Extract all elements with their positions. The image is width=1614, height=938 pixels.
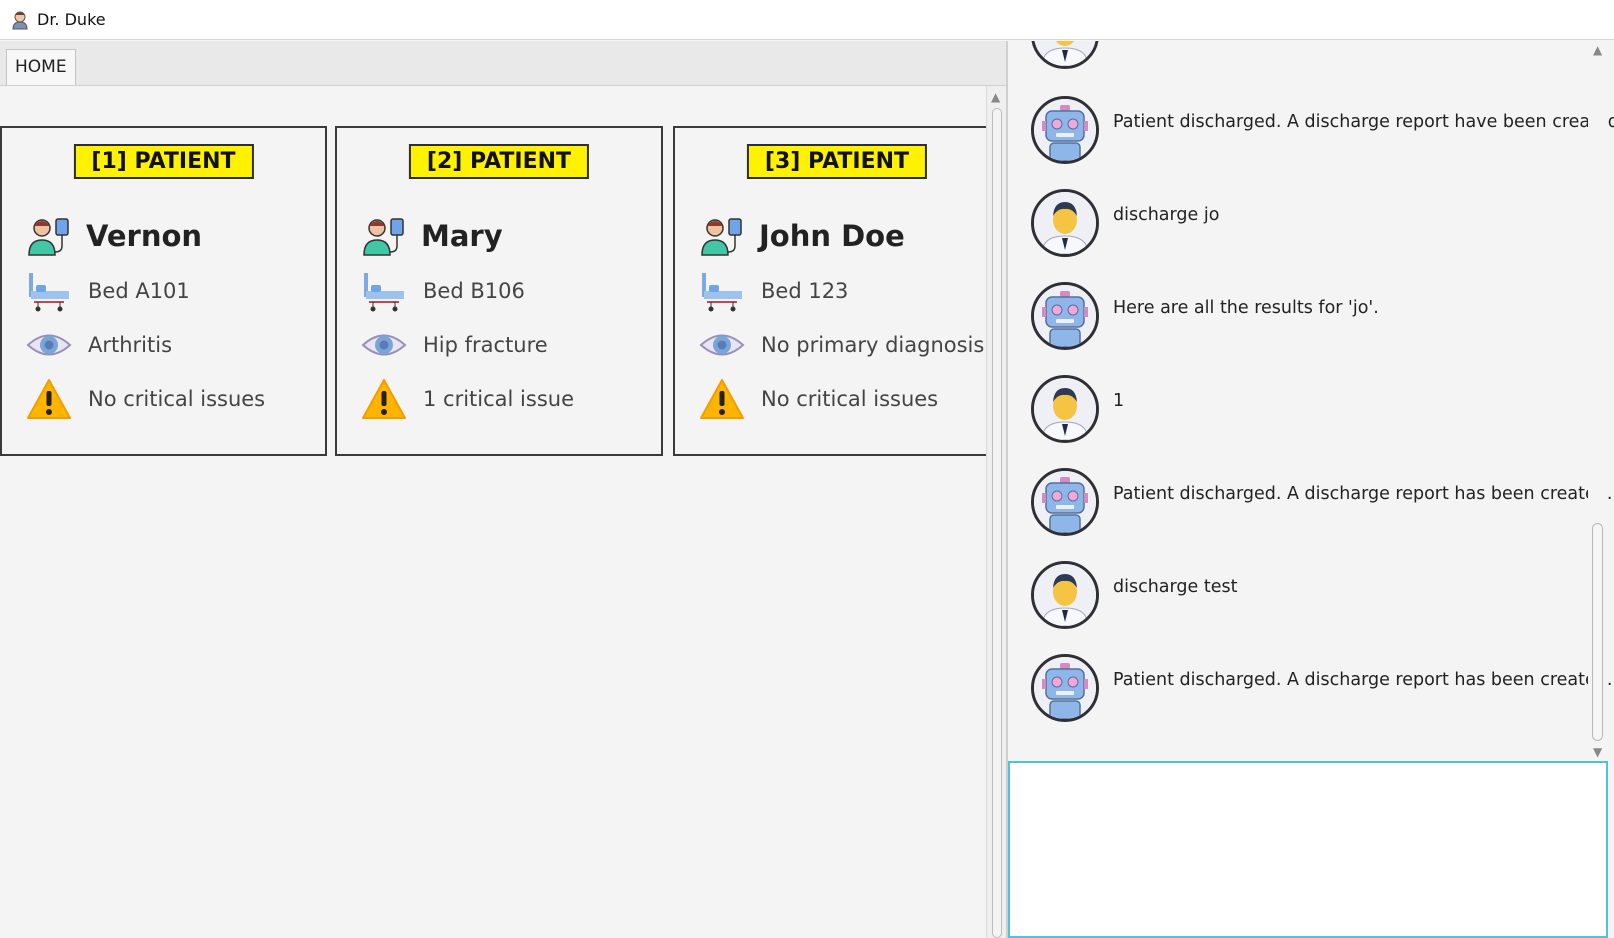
command-input-box[interactable] xyxy=(1008,761,1608,938)
eye-icon xyxy=(361,322,407,368)
hospital-bed-icon xyxy=(361,268,407,314)
chat-message-text: Patient discharged. A discharge report h… xyxy=(1113,484,1613,504)
chat-message-text: Here are all the results for 'jo'. xyxy=(1113,298,1379,318)
window-title: Dr. Duke xyxy=(37,10,106,29)
scroll-up-arrow-icon[interactable]: ▲ xyxy=(1593,43,1602,57)
robot-avatar-icon xyxy=(1031,468,1099,536)
chat-message-bot: Patient discharged. A discharge report h… xyxy=(1031,96,1614,164)
patient-critical-status: No critical issues xyxy=(761,387,939,411)
chat-message-text: 1 xyxy=(1113,391,1125,411)
window-titlebar: Dr. Duke xyxy=(0,0,1614,40)
warning-icon xyxy=(26,376,72,422)
scrollbar-thumb[interactable] xyxy=(1592,523,1603,741)
hospital-bed-icon xyxy=(699,268,745,314)
chat-message-bot: Patient discharged. A discharge report h… xyxy=(1031,468,1612,536)
eye-icon xyxy=(26,322,72,368)
patient-diagnosis: Hip fracture xyxy=(423,333,548,357)
patient-card[interactable]: [2] PATIENT Mary Bed B106 Hip fracture 1… xyxy=(335,126,663,456)
patient-name: John Doe xyxy=(759,219,905,253)
patient-badge: [2] PATIENT xyxy=(408,144,590,179)
chat-message-user: discharge jo xyxy=(1031,189,1219,257)
chat-message-user-partial xyxy=(1031,41,1099,69)
patient-critical-row: No critical issues xyxy=(699,376,938,422)
patient-pane-scrollbar[interactable]: ▲ xyxy=(986,86,1006,938)
scroll-up-arrow-icon[interactable]: ▲ xyxy=(991,90,1000,104)
patient-badge: [1] PATIENT xyxy=(73,144,254,179)
doctor-avatar-icon xyxy=(1031,41,1099,69)
chat-message-text: discharge test xyxy=(1113,577,1238,597)
patient-badge: [3] PATIENT xyxy=(746,144,928,179)
patient-diagnosis-row: Hip fracture xyxy=(361,322,548,368)
patient-diagnosis: Arthritis xyxy=(88,333,173,357)
chat-message-bot: Here are all the results for 'jo'. xyxy=(1031,282,1379,350)
patient-critical-status: No critical issues xyxy=(88,387,266,411)
doctor-avatar-icon xyxy=(1031,561,1099,629)
patient-card[interactable]: [1] PATIENT Vernon Bed A101 Arthritis No… xyxy=(0,126,327,456)
patient-diagnosis: No primary diagnosis xyxy=(761,333,985,357)
patient-icon xyxy=(699,213,745,259)
patient-diagnosis-row: No primary diagnosis xyxy=(699,322,984,368)
chat-scrollbar[interactable]: ▲ ▼ xyxy=(1588,41,1608,761)
chat-message-bot: Patient discharged. A discharge report h… xyxy=(1031,654,1612,722)
warning-icon xyxy=(699,376,745,422)
patient-bed: Bed A101 xyxy=(88,279,190,303)
patient-bed-row: Bed A101 xyxy=(26,268,190,314)
robot-avatar-icon xyxy=(1031,96,1099,164)
patient-card[interactable]: [3] PATIENT John Doe Bed 123 No primary … xyxy=(673,126,986,456)
patient-critical-status: 1 critical issue xyxy=(423,387,574,411)
chat-message-user: discharge test xyxy=(1031,561,1237,629)
patient-name-row: Mary xyxy=(361,213,503,259)
warning-icon xyxy=(361,376,407,422)
patient-name-row: Vernon xyxy=(26,213,202,259)
doctor-avatar-icon xyxy=(1031,189,1099,257)
chat-history: Patient discharged. A discharge report h… xyxy=(1008,41,1614,761)
patient-name: Vernon xyxy=(86,219,203,253)
patient-critical-row: 1 critical issue xyxy=(361,376,574,422)
command-input[interactable] xyxy=(1010,763,1606,936)
patient-name-row: John Doe xyxy=(699,213,905,259)
eye-icon xyxy=(699,322,745,368)
tab-home[interactable]: HOME xyxy=(6,49,76,85)
patient-bed: Bed B106 xyxy=(423,279,525,303)
doctor-app-icon xyxy=(12,11,28,29)
patient-diagnosis-row: Arthritis xyxy=(26,322,172,368)
scroll-down-arrow-icon[interactable]: ▼ xyxy=(1593,745,1602,759)
tab-bar: HOME xyxy=(0,41,1006,86)
robot-avatar-icon xyxy=(1031,654,1099,722)
robot-avatar-icon xyxy=(1031,282,1099,350)
patient-bed: Bed 123 xyxy=(761,279,849,303)
patient-pane: HOME [1] PATIENT Vernon Bed A101 Arthrit… xyxy=(0,41,1006,938)
scrollbar-thumb[interactable] xyxy=(992,108,1002,938)
patient-bed-row: Bed 123 xyxy=(699,268,848,314)
patient-name: Mary xyxy=(421,219,503,253)
chat-message-text: Patient discharged. A discharge report h… xyxy=(1113,112,1614,132)
patient-cards-area: [1] PATIENT Vernon Bed A101 Arthritis No… xyxy=(0,86,986,938)
chat-message-text: Patient discharged. A discharge report h… xyxy=(1113,670,1613,690)
doctor-avatar-icon xyxy=(1031,375,1099,443)
patient-icon xyxy=(361,213,407,259)
patient-critical-row: No critical issues xyxy=(26,376,265,422)
chat-message-user: 1 xyxy=(1031,375,1124,443)
patient-icon xyxy=(26,213,72,259)
chat-message-text: discharge jo xyxy=(1113,205,1220,225)
hospital-bed-icon xyxy=(26,268,72,314)
patient-bed-row: Bed B106 xyxy=(361,268,525,314)
